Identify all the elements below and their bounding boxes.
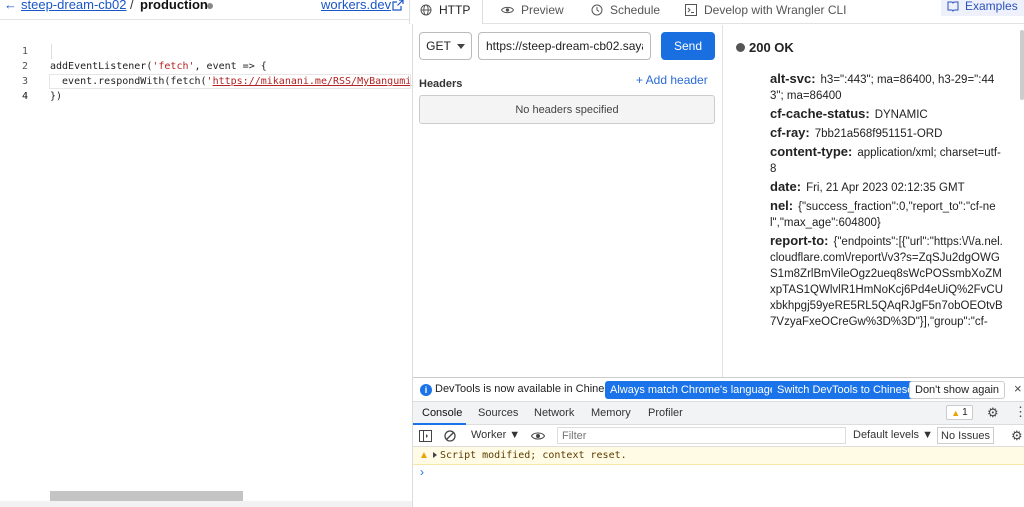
globe-icon	[420, 4, 432, 16]
breadcrumb-separator: /	[130, 0, 134, 12]
horizontal-scrollbar[interactable]	[50, 491, 243, 501]
settings-gear-icon[interactable]: ⚙	[987, 405, 999, 421]
console-message: Script modified; context reset.	[440, 450, 627, 461]
expand-triangle-icon[interactable]	[433, 452, 437, 458]
status-dot-icon	[736, 43, 745, 52]
chevron-down-icon	[456, 43, 465, 49]
tab-bar: HTTP Preview Schedule Develop with Wrang…	[409, 0, 1024, 24]
editor-pane: ← steep-dream-cb02 / production workers.d…	[0, 0, 412, 507]
code-text: })	[50, 91, 63, 102]
tab-preview[interactable]: Preview	[501, 0, 564, 24]
tab-profiler[interactable]: Profiler	[648, 407, 683, 419]
warning-count: 1	[962, 407, 968, 418]
book-icon	[947, 1, 959, 12]
devtools-tabs: Console Sources Network Memory Profiler …	[413, 402, 1024, 425]
clock-icon	[591, 4, 603, 16]
unsaved-dot-icon	[207, 3, 213, 9]
tab-http[interactable]: HTTP	[409, 0, 484, 24]
warning-icon: ▲	[951, 407, 961, 418]
more-options-icon[interactable]: ⋮	[1014, 404, 1024, 420]
editor-topbar: ← steep-dream-cb02 / production workers.d…	[0, 0, 412, 20]
line-number: 4	[21, 91, 28, 102]
tab-label: HTTP	[439, 3, 471, 17]
console-toolbar: Worker ▼ Default levels ▼ No Issues ⚙	[413, 425, 1024, 447]
tab-schedule[interactable]: Schedule	[591, 0, 660, 24]
url-input[interactable]	[478, 32, 651, 60]
response-status: 200 OK	[749, 40, 794, 55]
language-infobar: i DevTools is now available in Chinese! …	[413, 378, 1024, 402]
response-header: cf-ray: 7bb21a568f951151-ORD	[770, 125, 943, 140]
topbar-divider	[0, 19, 412, 20]
back-link[interactable]: ← steep-dream-cb02	[4, 0, 127, 12]
tab-wrangler[interactable]: Develop with Wrangler CLI	[685, 0, 847, 24]
console-settings-gear-icon[interactable]: ⚙	[1011, 428, 1023, 444]
vertical-scrollbar[interactable]	[1020, 30, 1024, 100]
workers-dev-link[interactable]: workers.dev	[321, 0, 391, 12]
code-line[interactable]: 2 event.respondWith(fetch('https://mikan…	[0, 44, 412, 87]
log-levels-select[interactable]: Default levels ▼	[853, 429, 933, 441]
no-headers-placeholder: No headers specified	[419, 95, 715, 124]
dont-show-again-button[interactable]: Don't show again	[909, 381, 1006, 399]
response-panel: 200 OK alt-svc: h3=":443"; ma=86400, h3-2…	[723, 25, 1024, 377]
response-header: nel: {"success_fraction":0,"report_to":"c…	[770, 198, 996, 229]
warning-icon: ▲	[419, 450, 429, 461]
context-select[interactable]: Worker ▼	[471, 429, 520, 441]
close-icon[interactable]: ×	[1014, 381, 1022, 396]
console-filter-input[interactable]	[557, 427, 846, 444]
worker-name: steep-dream-cb02	[21, 0, 127, 12]
response-header: content-type: application/xml; charset=ut…	[770, 144, 1001, 175]
tab-console[interactable]: Console	[422, 407, 462, 419]
response-header: cf-cache-status: DYNAMIC	[770, 106, 928, 121]
tab-label: Schedule	[610, 3, 661, 17]
eye-icon	[501, 6, 514, 14]
issues-button[interactable]: No Issues	[937, 427, 994, 444]
clear-console-icon[interactable]	[444, 430, 456, 442]
examples-label: Examples	[965, 0, 1018, 13]
warnings-badge[interactable]: ▲ 1	[946, 405, 973, 420]
console-prompt-icon[interactable]: ›	[420, 465, 424, 479]
response-header: alt-svc: h3=":443"; ma=86400, h3-29=":443…	[770, 71, 995, 102]
external-link-icon[interactable]	[392, 0, 404, 11]
switch-chinese-button[interactable]: Switch DevTools to Chinese	[772, 381, 919, 399]
live-expression-eye-icon[interactable]	[531, 431, 545, 441]
devtools-panel: i DevTools is now available in Chinese! …	[413, 377, 1024, 507]
method-select[interactable]: GET	[419, 32, 472, 60]
back-arrow-icon: ←	[4, 0, 17, 12]
tab-label: Preview	[521, 3, 564, 17]
info-icon: i	[420, 384, 432, 396]
tab-network[interactable]: Network	[534, 407, 574, 419]
infobar-text: DevTools is now available in Chinese!	[435, 383, 620, 395]
response-header: date: Fri, 21 Apr 2023 02:12:35 GMT	[770, 179, 965, 194]
code-line[interactable]: 3 })	[0, 59, 412, 102]
current-line-highlight	[49, 74, 411, 89]
examples-button[interactable]: Examples	[941, 0, 1024, 16]
send-button[interactable]: Send	[661, 32, 715, 60]
response-headers: alt-svc: h3=":443"; ma=86400, h3-29=":443…	[770, 71, 1006, 332]
response-header: report-to: {"endpoints":[{"url":"https:\/…	[770, 233, 1004, 328]
environment-label: production	[140, 0, 208, 12]
match-language-button[interactable]: Always match Chrome's language	[605, 381, 781, 399]
sidebar-toggle-icon[interactable]	[419, 430, 432, 442]
tab-memory[interactable]: Memory	[591, 407, 631, 419]
editor-bottom-bar	[0, 501, 412, 507]
method-value: GET	[426, 39, 451, 53]
code-line[interactable]: 1 addEventListener('fetch', event => {	[0, 29, 412, 72]
add-header-button[interactable]: + Add header	[636, 73, 708, 87]
preview-pane: HTTP Preview Schedule Develop with Wrang…	[409, 0, 1024, 507]
tab-label: Develop with Wrangler CLI	[704, 3, 847, 17]
tab-sources[interactable]: Sources	[478, 407, 518, 419]
request-panel: GET Send Headers + Add header No headers…	[413, 25, 722, 375]
indent-guide	[51, 44, 52, 59]
terminal-icon	[685, 4, 697, 16]
console-warning-row[interactable]: ▲ Script modified; context reset.	[413, 447, 1024, 465]
headers-label: Headers	[419, 78, 463, 90]
